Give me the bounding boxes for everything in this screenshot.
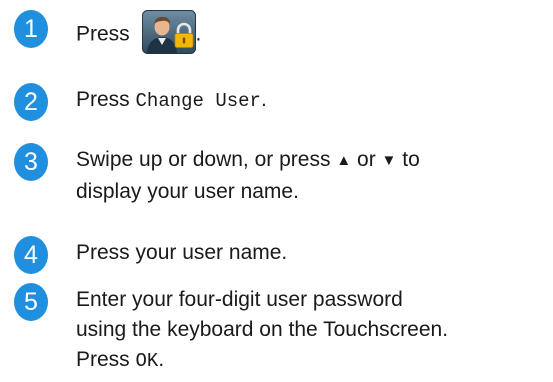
- step-word: Press: [76, 348, 130, 371]
- step-line: using the keyboard on the Touchscreen.: [76, 318, 449, 341]
- step-2: 2 Press Change User.: [14, 83, 547, 123]
- step-number-badge: 3: [14, 143, 48, 181]
- step-word: Press: [76, 88, 130, 111]
- instruction-steps: 1 Press . 2 Press Change User. 3 Swipe u…: [0, 0, 553, 382]
- ui-label-change-user: Change User: [135, 90, 261, 112]
- step-text: Press Change User.: [76, 85, 547, 116]
- step-line: Press OK.: [76, 345, 547, 376]
- step-number-badge: 4: [14, 236, 48, 274]
- step-period: .: [158, 348, 165, 371]
- step-line: Swipe up or down, or press ▲ or ▼ to: [76, 145, 547, 177]
- step-text: Press .: [76, 10, 547, 57]
- step-number-badge: 2: [14, 83, 48, 121]
- step-line-text: Swipe up or down, or press: [76, 148, 331, 171]
- step-text: Swipe up or down, or press ▲ or ▼ to dis…: [76, 145, 547, 207]
- step-4: 4 Press your user name.: [14, 236, 547, 276]
- step-word: Press: [76, 22, 130, 46]
- step-number-badge: 5: [14, 283, 48, 321]
- step-text: Press your user name.: [76, 241, 288, 264]
- step-3: 3 Swipe up or down, or press ▲ or ▼ to d…: [14, 143, 547, 213]
- step-number-badge: 1: [14, 10, 48, 48]
- step-line-text: to: [402, 148, 420, 171]
- step-period: .: [195, 22, 202, 46]
- user-lock-icon: [141, 10, 196, 54]
- up-arrow-icon: ▲: [336, 152, 352, 169]
- step-1: 1 Press .: [14, 4, 547, 56]
- step-5: 5 Enter your four-digit user password us…: [14, 283, 547, 381]
- step-line-text: or: [357, 148, 376, 171]
- ui-label-ok: OK: [135, 350, 159, 372]
- down-arrow-icon: ▼: [381, 152, 397, 169]
- step-line: display your user name.: [76, 180, 299, 203]
- step-line: Enter your four-digit user password: [76, 288, 403, 311]
- step-text: Enter your four-digit user password usin…: [76, 285, 547, 376]
- step-period: .: [260, 88, 267, 111]
